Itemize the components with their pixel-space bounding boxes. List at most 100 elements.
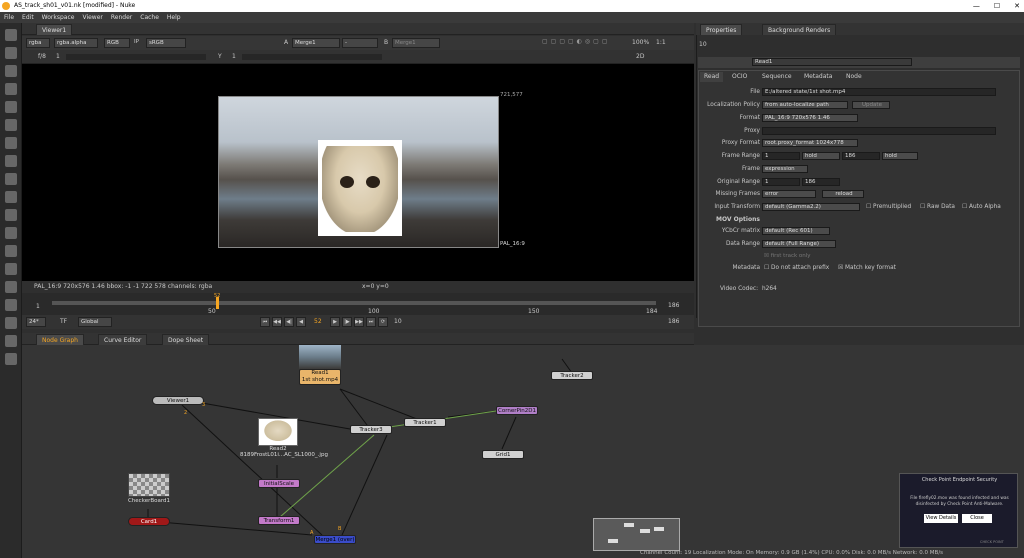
data-range-dropdown[interactable]: default (Full Range) xyxy=(762,240,836,248)
a-input-dropdown[interactable]: Merge1 xyxy=(292,38,340,48)
play-back-button[interactable]: ◀ xyxy=(296,317,306,327)
update-button[interactable]: Update xyxy=(852,101,890,109)
color-icon[interactable] xyxy=(5,101,17,113)
menu-help[interactable]: Help xyxy=(167,14,181,21)
frame-range-start[interactable]: 1 xyxy=(762,152,800,160)
node-card1[interactable]: Card1 xyxy=(128,517,170,526)
furnace-icon[interactable] xyxy=(5,299,17,311)
node-merge[interactable]: Merge1 (over) xyxy=(314,535,356,544)
close-icon[interactable]: ✕ xyxy=(1014,0,1020,12)
popup-close-button[interactable]: Close xyxy=(962,514,992,523)
tab-metadata[interactable]: Metadata xyxy=(800,72,836,82)
input-transform-dropdown[interactable]: default (Gamma2.2) xyxy=(762,203,860,211)
auto-alpha-checkbox[interactable]: ☐ Auto Alpha xyxy=(962,204,1001,210)
tab-viewer1[interactable]: Viewer1 xyxy=(36,24,73,35)
reload-button[interactable]: reload xyxy=(822,190,864,198)
toolsets-icon[interactable] xyxy=(5,263,17,275)
menu-cache[interactable]: Cache xyxy=(140,14,159,21)
menu-render[interactable]: Render xyxy=(111,14,132,21)
format-dropdown[interactable]: PAL_16:9 720x576 1.46 xyxy=(762,114,858,122)
timeline[interactable]: 1 52 50 100 150 184 186 xyxy=(22,293,694,315)
frame-mult[interactable]: 1 xyxy=(56,53,60,60)
metadata-icon[interactable] xyxy=(5,245,17,257)
menu-file[interactable]: File xyxy=(4,14,14,21)
raw-data-checkbox[interactable]: ☐ Raw Data xyxy=(920,204,955,210)
file-field[interactable]: E:/altered state/1st shot.mp4 xyxy=(762,88,996,96)
keyer-icon[interactable] xyxy=(5,137,17,149)
airt-icon[interactable] xyxy=(5,335,17,347)
ycbcr-dropdown[interactable]: default (Rec 601) xyxy=(762,227,830,235)
other-icon[interactable] xyxy=(5,281,17,293)
paint-brush-icon[interactable] xyxy=(5,47,17,59)
menu-viewer[interactable]: Viewer xyxy=(82,14,102,21)
end-frame[interactable]: 186 xyxy=(668,318,679,325)
nuke-logo-icon[interactable] xyxy=(5,353,17,365)
node-tracker2[interactable]: Tracker2 xyxy=(551,371,593,380)
step-back-button[interactable]: ◀| xyxy=(284,317,294,327)
menu-workspace[interactable]: Workspace xyxy=(42,14,75,21)
node-cornerpin[interactable]: CornerPin2D1 xyxy=(496,406,538,415)
prev-key-button[interactable]: ◀◀ xyxy=(272,317,282,327)
view-details-button[interactable]: View Details xyxy=(924,514,958,523)
node-tracker1[interactable]: Tracker1 xyxy=(404,418,446,427)
step-forward-button[interactable]: |▶ xyxy=(342,317,352,327)
colorspace-dropdown[interactable]: RGB xyxy=(104,38,130,48)
filter-icon[interactable] xyxy=(5,119,17,131)
node-checkerboard[interactable]: CheckerBoard1 xyxy=(120,498,178,504)
viewer-icon-strip[interactable]: ▢▢▢▢◐◎▢▢ xyxy=(542,38,610,45)
cara-icon[interactable] xyxy=(5,317,17,329)
time-icon[interactable] xyxy=(5,65,17,77)
fstop-label[interactable]: f/8 xyxy=(38,53,46,60)
missing-frames-dropdown[interactable]: error xyxy=(762,190,816,198)
gamma-slider[interactable] xyxy=(242,54,382,60)
timeline-track[interactable] xyxy=(52,301,656,305)
tab-dope-sheet[interactable]: Dope Sheet xyxy=(162,334,210,345)
maximize-icon[interactable]: ☐ xyxy=(994,0,1000,12)
first-track-checkbox[interactable]: ☒ first track only xyxy=(764,253,811,259)
tab-read[interactable]: Read xyxy=(700,72,724,82)
tab-node[interactable]: Node xyxy=(842,72,866,82)
proxy-field[interactable] xyxy=(762,127,996,135)
menu-edit[interactable]: Edit xyxy=(22,14,34,21)
nodegraph-minimap[interactable] xyxy=(593,518,680,551)
goto-start-button[interactable]: ⏮ xyxy=(260,317,270,327)
tab-sequence[interactable]: Sequence xyxy=(758,72,796,82)
tab-curve-editor[interactable]: Curve Editor xyxy=(98,334,148,345)
frame-range-mode[interactable]: hold xyxy=(802,152,840,160)
b-input-dropdown[interactable]: Merge1 xyxy=(392,38,440,48)
merge-icon[interactable] xyxy=(5,155,17,167)
frame-range-end[interactable]: 186 xyxy=(842,152,880,160)
node-grid1[interactable]: Grid1 xyxy=(482,450,524,459)
node-read2[interactable]: Read2 8189FrostL01i...AC_SL1000_.jpg xyxy=(240,446,328,458)
premultiplied-checkbox[interactable]: ☐ Premultiplied xyxy=(866,204,911,210)
node-name-field[interactable]: Read1 xyxy=(752,58,912,66)
view-mode[interactable]: 2D xyxy=(636,53,644,60)
original-range-end[interactable]: 186 xyxy=(802,178,840,186)
localization-dropdown[interactable]: from auto-localize path xyxy=(762,101,848,109)
3d-icon[interactable] xyxy=(5,191,17,203)
match-key-checkbox[interactable]: ☒ Match key format xyxy=(838,265,896,271)
views-icon[interactable] xyxy=(5,209,17,221)
play-forward-button[interactable]: ▶ xyxy=(330,317,340,327)
transform-icon[interactable] xyxy=(5,173,17,185)
deep-icon[interactable] xyxy=(5,227,17,239)
tab-ocio[interactable]: OCIO xyxy=(728,72,751,82)
no-prefix-checkbox[interactable]: ☐ Do not attach prefix xyxy=(764,265,829,271)
tab-node-graph[interactable]: Node Graph xyxy=(36,334,84,345)
current-frame[interactable]: 52 xyxy=(314,318,322,325)
step-value[interactable]: 10 xyxy=(394,318,402,325)
node-read1[interactable]: Read1 1st shot.mp4 xyxy=(299,369,341,385)
channel-icon[interactable] xyxy=(5,83,17,95)
tab-background-renders[interactable]: Background Renders xyxy=(762,24,837,35)
fps-dropdown[interactable]: 24* xyxy=(26,317,46,327)
display-dropdown[interactable]: sRGB xyxy=(146,38,186,48)
minimize-icon[interactable]: — xyxy=(973,0,980,12)
loop-button[interactable]: ⟳ xyxy=(378,317,388,327)
node-initialscale[interactable]: InitialScale xyxy=(258,479,300,488)
gain-slider[interactable] xyxy=(66,54,206,60)
ip-label[interactable]: IP xyxy=(134,39,139,45)
proxy-format-dropdown[interactable]: root.proxy_format 1024x778 xyxy=(762,139,858,147)
gamma-value[interactable]: 1 xyxy=(232,53,236,60)
original-range-start[interactable]: 1 xyxy=(762,178,800,186)
alpha-dropdown[interactable]: rgba.alpha xyxy=(54,38,98,48)
